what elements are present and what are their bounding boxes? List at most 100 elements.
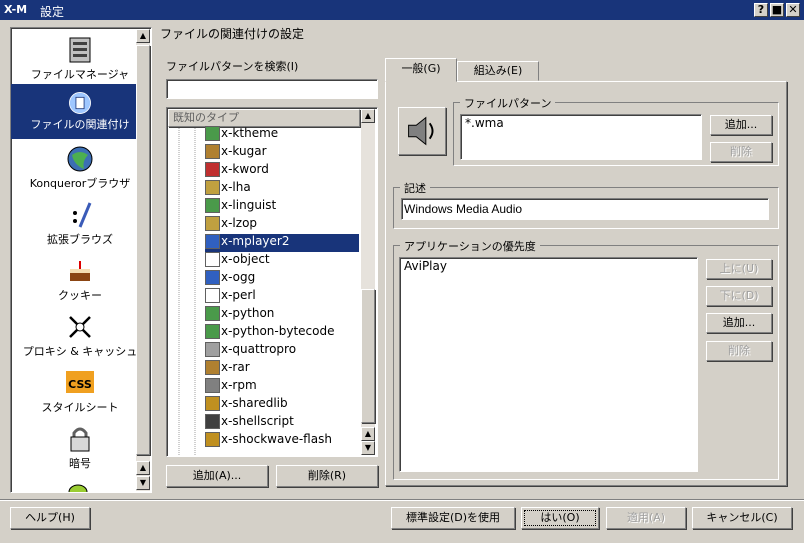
tree-item-label: x-shockwave-flash [221,432,332,446]
tab-general[interactable]: 一般(G) [385,58,457,82]
proxy-cache-icon [69,316,91,338]
help-button[interactable]: ヘルプ(H) [10,507,90,529]
svg-text:CSS: CSS [68,378,92,391]
konqueror-browser-icon [67,146,93,172]
sidebar-item-proxy-cache[interactable]: プロキシ & キャッシュ [13,311,147,363]
file-manager-icon [69,37,91,63]
file-patterns-title: ファイルパターン [460,95,556,111]
enhanced-browsing-icon [73,202,92,228]
sidebar-item-cookies[interactable]: クッキー [13,255,147,307]
tree-item-label: x-lzop [221,216,258,230]
tree-item[interactable]: x-shellscript [205,414,359,432]
tree-item[interactable]: x-shockwave-flash [205,432,359,450]
sidebar-item-enhanced-browsing[interactable]: 拡張ブラウズ [13,199,147,251]
tree-item[interactable]: x-object [205,252,359,270]
scroll-up-icon[interactable]: ▲ [136,461,150,475]
description-field[interactable] [401,198,769,220]
scroll-down-icon[interactable]: ▼ [136,476,150,490]
title-bar[interactable]: X-M 設定 ? ■ ✕ [0,0,804,20]
apply-button[interactable]: 適用(A) [606,507,686,529]
tree-item-label: x-object [221,252,270,266]
tree-item[interactable]: x-mplayer2 [205,234,359,252]
tree-item-label: x-python [221,306,275,320]
tree-item[interactable]: x-quattropro [205,342,359,360]
mime-file-icon [205,216,220,231]
add-type-button[interactable]: 追加(A)... [166,465,268,487]
mime-file-icon [205,432,220,447]
scroll-down-icon[interactable]: ▼ [361,441,375,455]
tree-item[interactable]: x-kugar [205,144,359,162]
mime-file-icon [205,378,220,393]
tree-item[interactable]: x-kword [205,162,359,180]
scroll-up-icon[interactable]: ▲ [136,29,150,43]
window-title: 設定 [40,5,65,19]
tree-column-header[interactable]: 既知のタイプ [168,109,360,127]
tree-item-label: x-ktheme [221,126,279,140]
scroll-thumb[interactable] [361,289,375,423]
sidebar-item-label: ファイルの関連付け [30,118,130,131]
sidebar-item-crypto[interactable]: 暗号 [13,423,147,475]
tree-item-label: x-ogg [221,270,256,284]
scroll-up-icon[interactable]: ▲ [361,427,375,441]
file-patterns-list[interactable]: *.wma [460,114,702,160]
app-priority-list[interactable]: AviPlay [399,257,698,472]
sidebar-item-konqueror[interactable]: Konquerorブラウザ [13,143,147,195]
add-pattern-button[interactable]: 追加... [710,115,772,135]
remove-pattern-button[interactable]: 削除 [710,142,772,162]
tree-item[interactable]: x-rar [205,360,359,378]
tree-item[interactable]: x-perl [205,288,359,306]
tree-scrollbar[interactable]: ▲ ▲ ▼ [361,109,375,455]
tree-item-label: x-kword [221,162,269,176]
sidebar-item-stylesheets[interactable]: CSS スタイルシート [13,367,147,419]
sidebar-scrollbar[interactable]: ▲ ▲ ▼ [136,29,150,491]
scroll-up-icon[interactable]: ▲ [361,109,375,123]
search-input[interactable] [166,79,378,99]
tree-item[interactable]: x-sharedlib [205,396,359,414]
tree-item-label: x-rar [221,360,250,374]
sidebar-item-file-manager[interactable]: ファイルマネージャ [13,34,147,86]
sidebar-item-label: ファイルマネージャ [30,68,130,81]
description-title: 記述 [400,180,430,196]
mime-file-icon [205,198,220,213]
cancel-button[interactable]: キャンセル(C) [692,507,792,529]
list-item[interactable]: *.wma [465,116,697,130]
use-defaults-button[interactable]: 標準設定(D)を使用 [391,507,515,529]
tree-body: x-ktheme x-kugar x-kword x-lha x-linguist x-l… [167,126,361,456]
remove-application-button[interactable]: 削除 [706,341,772,361]
tree-item-label: x-lha [221,180,251,194]
tree-item[interactable]: x-ktheme [205,126,359,144]
mime-file-icon [205,144,220,159]
tree-item[interactable]: x-python [205,306,359,324]
help-icon[interactable]: ? [754,3,768,17]
tree-item[interactable]: x-linguist [205,198,359,216]
tab-embedding[interactable]: 組込み(E) [457,61,539,81]
tree-item-label: x-kugar [221,144,267,158]
scroll-thumb[interactable] [136,45,150,455]
partial-next-icon [68,484,88,492]
tree-item-label: x-linguist [221,198,277,212]
tree-item-label: x-python-bytecode [221,324,335,338]
list-item[interactable]: AviPlay [404,259,693,273]
ok-button[interactable]: はい(O) [521,507,599,529]
tree-item[interactable]: x-rpm [205,378,359,396]
tree-item[interactable]: x-python-bytecode [205,324,359,342]
add-application-button[interactable]: 追加... [706,313,772,333]
file-type-icon-button[interactable] [398,107,446,155]
tree-item-label: x-mplayer2 [221,234,290,248]
crypto-lock-icon [70,427,90,452]
mime-file-icon [205,396,220,411]
move-down-button[interactable]: 下に(D) [706,286,772,306]
tree-item[interactable]: x-lzop [205,216,359,234]
maximize-icon[interactable]: ■ [770,3,784,17]
sidebar-item-label: Konquerorブラウザ [29,177,131,190]
file-association-icon [69,92,91,114]
speaker-icon [408,116,434,146]
tree-item[interactable]: x-lha [205,180,359,198]
remove-type-button[interactable]: 削除(R) [276,465,378,487]
mime-file-icon [205,360,220,375]
mime-file-icon [205,414,220,429]
tree-item[interactable]: x-ogg [205,270,359,288]
sidebar-item-file-association[interactable]: ファイルの関連付け [11,84,149,139]
move-up-button[interactable]: 上に(U) [706,259,772,279]
close-icon[interactable]: ✕ [786,3,800,17]
